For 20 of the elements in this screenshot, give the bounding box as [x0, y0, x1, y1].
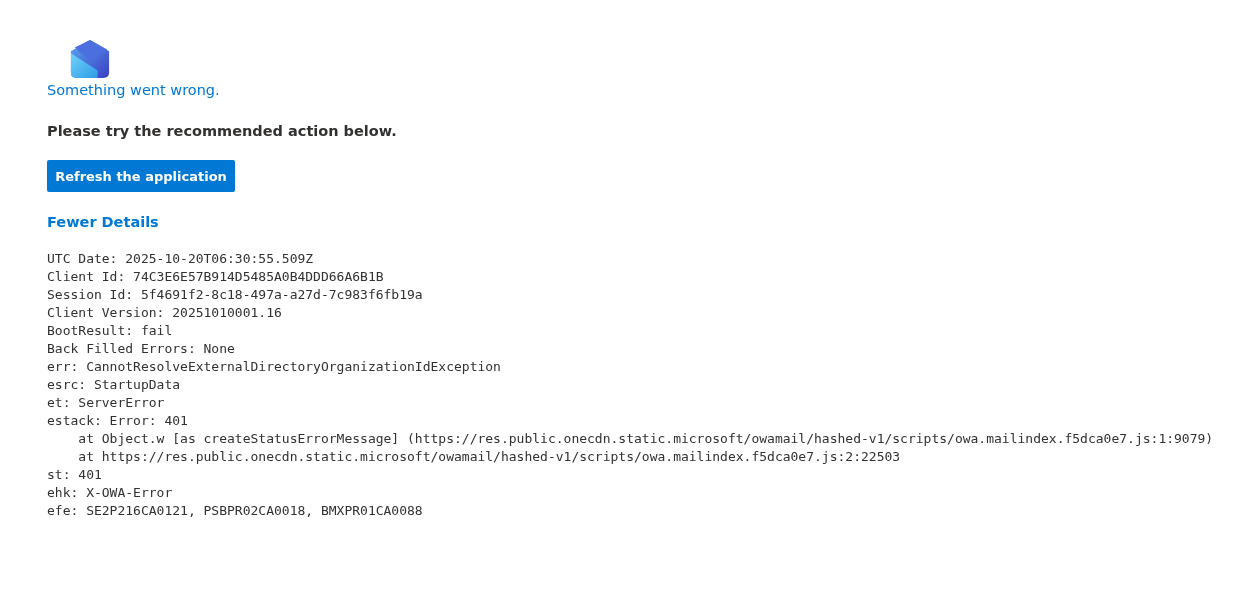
detail-line: at Object.w [as createStatusErrorMessage] (https://res.public.onecdn.static.microsoft/owamail/hashed-v1/scripts/owa.mailindex.f5dca0e7.js:1:9079) [77, 430, 1214, 448]
detail-line: at https://res.public.onecdn.static.microsoft/owamail/hashed-v1/scripts/owa.mailindex.f5dca0e7.js:2:22503 [77, 448, 902, 466]
detail-line: esrc: StartupData [47, 376, 182, 394]
instruction-text: Please try the recommended action below. [47, 122, 397, 141]
detail-line: Client Version: 20251010001.16 [47, 304, 283, 322]
detail-line: efe: SE2P216CA0121, PSBPR02CA0018, BMXPR01CA0088 [47, 502, 424, 520]
error-title: Something went wrong. [47, 81, 220, 100]
detail-line: Client Id: 74C3E6E57B914D5485A0B4DDD66A6B1B [47, 268, 385, 286]
refresh-button[interactable]: Refresh the application [47, 160, 235, 192]
detail-line: estack: Error: 401 [47, 412, 189, 430]
envelope-logo-icon [69, 38, 111, 80]
detail-line: Back Filled Errors: None [47, 340, 236, 358]
detail-line: st: 401 [47, 466, 103, 484]
detail-line: BootResult: fail [47, 322, 174, 340]
detail-line: err: CannotResolveExternalDirectoryOrganizationIdException [47, 358, 502, 376]
fewer-details-link[interactable]: Fewer Details [47, 212, 159, 232]
detail-line: UTC Date: 2025-10-20T06:30:55.509Z [47, 250, 315, 268]
detail-line: Session Id: 5f4691f2-8c18-497a-a27d-7c983f6fb19a [47, 286, 424, 304]
detail-line: ehk: X-OWA-Error [47, 484, 174, 502]
detail-line: et: ServerError [47, 394, 166, 412]
